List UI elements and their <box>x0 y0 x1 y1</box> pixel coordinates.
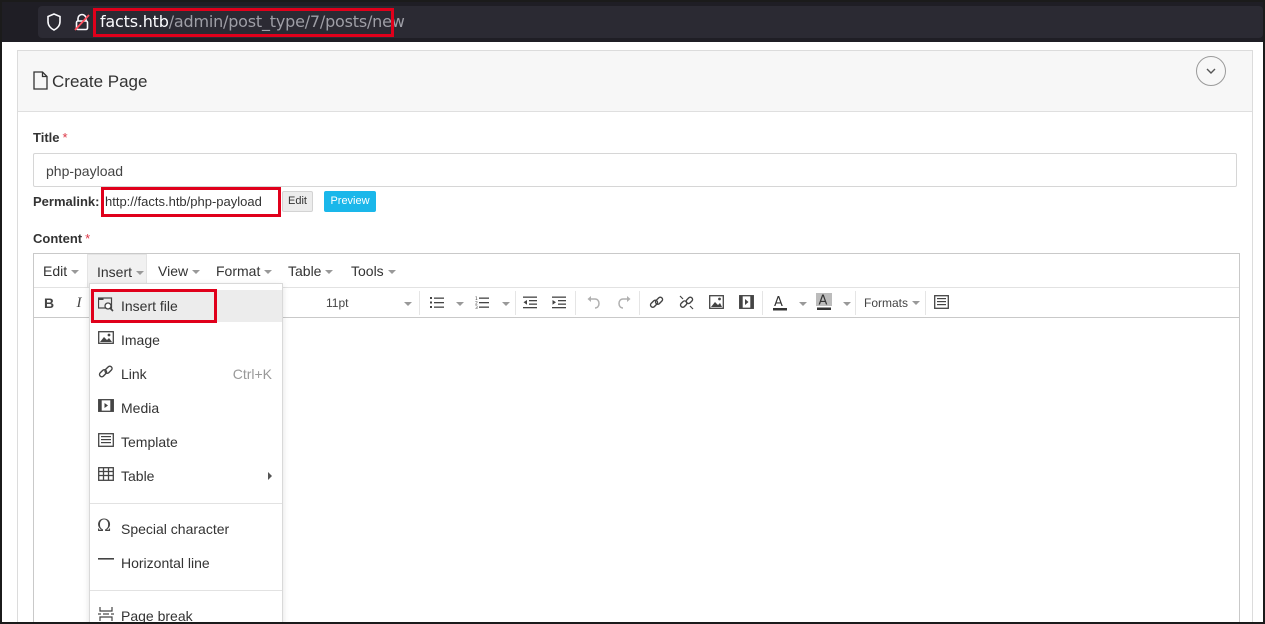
menu-tools[interactable]: Tools <box>342 254 396 287</box>
formats-select[interactable]: Formats <box>864 296 921 310</box>
redo-icon[interactable] <box>618 296 632 309</box>
insecure-lock-icon[interactable] <box>74 13 90 31</box>
menu-item-label: Special character <box>121 521 230 537</box>
template-icon <box>98 433 114 447</box>
content-label: Content * <box>33 231 91 246</box>
menu-item-label: Link <box>121 366 147 382</box>
page-break-icon <box>98 607 114 621</box>
collapse-button[interactable] <box>1196 56 1226 86</box>
permalink-label: Permalink: <box>33 194 100 209</box>
bullet-list-icon[interactable] <box>430 296 444 309</box>
screenshot-frame: facts.htb/admin/post_type/7/posts/new Cr… <box>0 0 1265 624</box>
menu-item-page-break[interactable]: Page break <box>90 600 282 624</box>
toolbar-separator <box>762 291 763 315</box>
menu-item-special-character[interactable]: Ω Special character <box>90 513 282 545</box>
italic-icon[interactable]: I <box>70 291 88 315</box>
menu-item-label: Page break <box>121 608 193 624</box>
toolbar-separator <box>575 291 576 315</box>
numbered-list-caret-icon[interactable] <box>502 302 510 306</box>
menu-item-image[interactable]: Image <box>90 324 282 356</box>
media-icon <box>98 399 114 412</box>
menu-item-table[interactable]: Table <box>90 460 282 492</box>
indent-icon[interactable] <box>552 296 566 309</box>
unlink-icon[interactable] <box>679 295 694 310</box>
numbered-list-icon[interactable]: 1 2 3 <box>475 296 489 309</box>
media-icon[interactable] <box>739 295 754 309</box>
menu-item-label: Horizontal line <box>121 555 210 571</box>
page-icon <box>33 71 48 90</box>
toolbar-separator <box>855 291 856 315</box>
toolbar-separator <box>515 291 516 315</box>
permalink-edit-button[interactable]: Edit <box>282 191 313 212</box>
horizontal-line-icon <box>98 558 114 560</box>
table-icon <box>98 467 114 481</box>
template-icon[interactable] <box>934 295 949 309</box>
bullet-list-caret-icon[interactable] <box>456 302 464 306</box>
title-input[interactable]: php-payload <box>33 153 1237 187</box>
menu-item-horizontal-line[interactable]: Horizontal line <box>90 547 282 579</box>
bold-icon[interactable]: B <box>40 291 58 315</box>
text-color-caret-icon[interactable] <box>799 302 807 306</box>
card-header: Create Page <box>18 51 1252 112</box>
font-size-select[interactable]: 11pt <box>326 296 348 310</box>
highlight-box-permalink <box>101 187 281 217</box>
toolbar-separator <box>639 291 640 315</box>
insert-dropdown-menu: Insert file Image Link Ctrl+K Media Temp… <box>89 283 283 624</box>
menu-divider <box>90 503 282 504</box>
menu-table[interactable]: Table <box>279 254 334 287</box>
link-icon <box>98 365 113 378</box>
toolbar-separator <box>925 291 926 315</box>
font-size-caret-icon <box>404 302 412 306</box>
page-title: Create Page <box>52 72 148 91</box>
preview-button[interactable]: Preview <box>324 191 376 212</box>
svg-text:A: A <box>774 295 783 310</box>
image-icon[interactable] <box>709 295 724 309</box>
menu-item-label: Template <box>121 434 178 450</box>
background-color-caret-icon[interactable] <box>843 302 851 306</box>
omega-icon: Ω <box>97 516 112 536</box>
menu-item-media[interactable]: Media <box>90 392 282 424</box>
submenu-arrow-icon <box>268 472 272 480</box>
highlight-box-url <box>93 8 394 37</box>
undo-icon[interactable] <box>586 296 600 309</box>
menu-item-shortcut: Ctrl+K <box>232 366 272 382</box>
title-label: Title * <box>33 130 68 145</box>
toolbar-separator <box>419 291 420 315</box>
shield-icon[interactable] <box>46 13 62 31</box>
menu-item-label: Image <box>121 332 160 348</box>
menu-item-link[interactable]: Link Ctrl+K <box>90 358 282 390</box>
highlight-box-insert-file <box>91 289 217 323</box>
chevron-down-icon <box>1206 68 1216 74</box>
background-color-icon[interactable]: A <box>816 293 832 311</box>
svg-text:3: 3 <box>475 305 478 309</box>
menu-edit[interactable]: Edit <box>34 254 80 287</box>
menu-item-template[interactable]: Template <box>90 426 282 458</box>
menu-item-label: Table <box>121 468 155 484</box>
text-color-icon[interactable]: A <box>772 294 788 311</box>
image-icon <box>98 331 114 344</box>
menu-divider <box>90 590 282 591</box>
menu-item-label: Media <box>121 400 160 416</box>
outdent-icon[interactable] <box>523 296 537 309</box>
link-icon[interactable] <box>649 295 664 310</box>
svg-text:A: A <box>819 294 828 309</box>
